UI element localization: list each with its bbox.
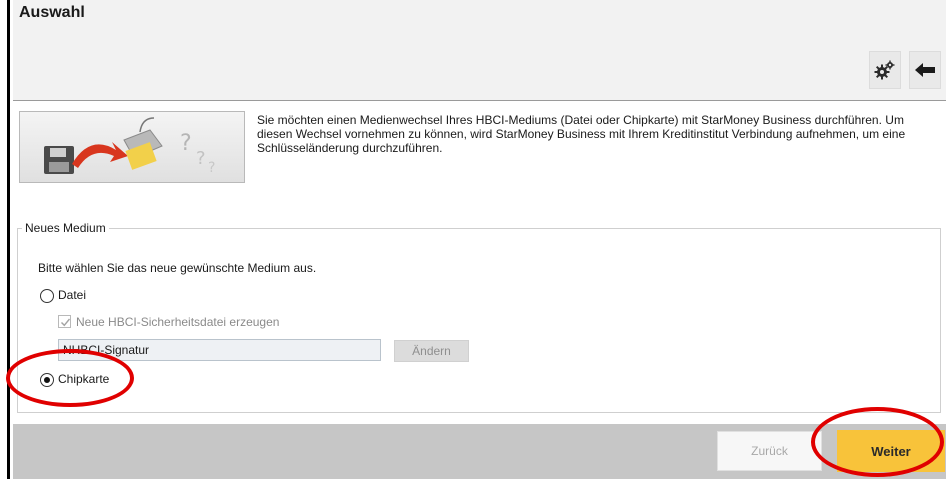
- checkbox-label: Neue HBCI-Sicherheitsdatei erzeugen: [76, 315, 280, 329]
- back-nav-button[interactable]: [909, 51, 941, 89]
- gears-icon: [874, 60, 895, 80]
- svg-text:?: ?: [208, 160, 215, 176]
- change-button[interactable]: Ändern: [394, 340, 469, 362]
- header: Auswahl: [13, 0, 946, 100]
- new-security-file-checkbox[interactable]: [58, 315, 71, 328]
- arrow-left-icon: [915, 63, 935, 77]
- svg-text:?: ?: [180, 131, 192, 156]
- svg-text:?: ?: [196, 148, 206, 169]
- radio-chipkarte-label[interactable]: Chipkarte: [58, 372, 109, 386]
- checkmark-icon: [61, 318, 71, 327]
- header-divider: [13, 100, 946, 101]
- intro-text: Sie möchten einen Medienwechsel Ihres HB…: [257, 113, 906, 155]
- page-title: Auswahl: [19, 4, 85, 21]
- back-button[interactable]: Zurück: [717, 431, 822, 471]
- radio-datei-label[interactable]: Datei: [58, 288, 86, 302]
- radio-datei[interactable]: [40, 289, 54, 303]
- radio-chipkarte[interactable]: [40, 373, 54, 387]
- media-change-illustration: ? ? ?: [19, 111, 245, 183]
- next-button[interactable]: Weiter: [837, 430, 945, 472]
- signature-file-input[interactable]: [58, 339, 381, 361]
- settings-button[interactable]: [869, 51, 901, 89]
- floppy-to-chipcard-icon: ? ? ?: [44, 117, 215, 176]
- group-legend: Neues Medium: [22, 221, 109, 235]
- instruction-text: Bitte wählen Sie das neue gewünschte Med…: [38, 261, 317, 275]
